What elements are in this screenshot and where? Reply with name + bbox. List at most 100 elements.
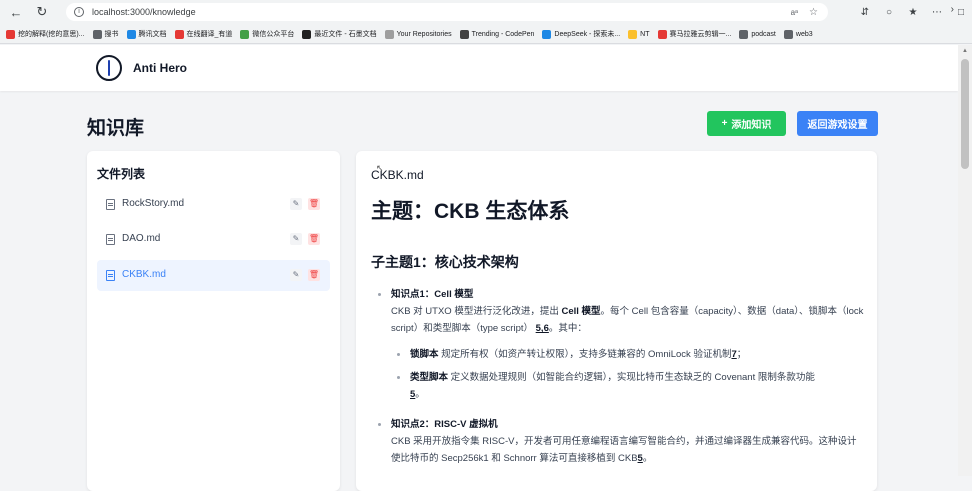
bookmark-item[interactable]: Trending - CodePen	[459, 29, 535, 39]
edit-icon[interactable]: ✎	[290, 198, 302, 210]
bookmark-label: Trending - CodePen	[471, 30, 535, 38]
point2-title: 知识点2：RISC-V 虚拟机	[391, 419, 498, 430]
knowledge-point-1: 知识点1：Cell 模型 CKB 对 UTXO 模型进行泛化改进，提出 Cell…	[378, 286, 864, 337]
sub1-bold: 锁脚本	[410, 349, 439, 360]
sub1-text: 规定所有权（如资产转让权限），支持多链兼容的 OmniLock 验证机制	[438, 349, 732, 360]
extensions-icon[interactable]: ○	[882, 7, 896, 18]
sub-point-lock-script: 锁脚本 规定所有权（如资产转让权限），支持多链兼容的 OmniLock 验证机制…	[397, 346, 863, 363]
bookmark-label: podcast	[751, 30, 776, 38]
bookmarks-bar: 挖的解释(挖的意思)... 搜书 腾讯文档 在线翻译_有道 微信公众平台 最近文件 - 石…	[0, 24, 972, 44]
bookmark-label: Your Repositories	[396, 30, 452, 38]
browser-chrome: ← ↻ i localhost:3000/knowledge aᵃ ☆ ⇵ ○ …	[0, 0, 972, 44]
favorites-icon[interactable]: ★	[906, 7, 920, 18]
bookmark-item[interactable]: Your Repositories	[384, 29, 452, 39]
bookmark-favicon-icon	[174, 29, 184, 39]
page-scrollbar[interactable]: ▲	[958, 45, 972, 476]
bookmark-item[interactable]: 在线翻译_有道	[174, 29, 233, 39]
bookmark-label: 挖的解释(挖的意思)...	[18, 31, 85, 38]
brand-name[interactable]: Anti Hero	[133, 61, 187, 75]
knowledge-point-2: 知识点2：RISC-V 虚拟机 CKB 采用开放指令集 RISC-V，开发者可用…	[378, 416, 864, 467]
document-filename: CKBK.md	[371, 168, 424, 182]
bookmark-item[interactable]: NT	[628, 29, 650, 39]
bookmark-label: 微信公众平台	[252, 31, 295, 38]
url-text: localhost:3000/knowledge	[92, 7, 196, 17]
sub2-bold: 类型脚本	[410, 372, 449, 383]
bookmark-favicon-icon	[459, 29, 469, 39]
sub1-end: ；	[736, 349, 747, 360]
bookmark-item[interactable]: 搜书	[92, 29, 119, 39]
document-panel: ↖ CKBK.md 主题：CKB 生态体系 子主题1：核心技术架构 知识点1：C…	[356, 151, 877, 491]
file-list-panel: 文件列表 RockStory.md ✎ 🗑 DAO.md ✎ 🗑 CKBK.md…	[87, 151, 340, 491]
file-icon	[106, 199, 115, 210]
point1-title: 知识点1：Cell 模型	[391, 289, 474, 300]
plus-icon: +	[721, 118, 728, 129]
file-icon	[106, 270, 115, 281]
bookmark-favicon-icon	[6, 29, 15, 39]
add-knowledge-button[interactable]: + 添加知识	[707, 111, 786, 136]
bookmark-item[interactable]: 最近文件 - 石墨文档	[302, 29, 377, 39]
document-heading: 主题：CKB 生态体系	[371, 200, 570, 223]
point1-ref-link[interactable]: 5,6	[536, 323, 549, 334]
read-aloud-icon[interactable]: aᵃ	[791, 8, 798, 17]
bookmark-favicon-icon	[657, 29, 667, 39]
sub-point-type-script: 类型脚本 定义数据处理规则（如智能合约逻辑），实现比特币生态缺乏的 Covena…	[397, 369, 863, 403]
edit-icon[interactable]: ✎	[290, 233, 302, 245]
sub2-text: 定义数据处理规则（如智能合约逻辑），实现比特币生态缺乏的 Covenant 限制…	[448, 372, 815, 383]
trash-icon[interactable]: 🗑	[308, 198, 320, 210]
sidebar-icon[interactable]: □	[954, 7, 968, 18]
back-to-settings-button[interactable]: 返回游戏设置	[797, 111, 878, 136]
bookmarks-more-icon[interactable]: ›	[951, 4, 954, 15]
scroll-thumb[interactable]	[961, 59, 969, 169]
bookmark-label: 腾讯文档	[138, 31, 167, 38]
bookmark-item[interactable]: 挖的解释(挖的意思)...	[6, 29, 85, 39]
bookmark-favicon-icon	[92, 29, 102, 39]
split-screen-icon[interactable]: ⇵	[858, 7, 872, 18]
file-list-title: 文件列表	[97, 167, 146, 181]
point2-end: 。	[642, 453, 653, 464]
bookmark-favicon-icon	[302, 29, 312, 39]
reload-icon[interactable]: ↻	[32, 2, 52, 22]
bookmark-favicon-icon	[384, 29, 394, 39]
app-header: Anti Hero	[0, 45, 958, 91]
more-options-icon[interactable]: ⋯	[930, 7, 944, 18]
file-item[interactable]: RockStory.md ✎ 🗑	[97, 189, 330, 220]
address-row: ← ↻ i localhost:3000/knowledge aᵃ ☆ ⇵ ○ …	[0, 0, 972, 24]
bullet-dot	[397, 376, 400, 379]
favorite-star-icon[interactable]: ☆	[809, 7, 818, 18]
file-name: RockStory.md	[122, 198, 185, 209]
bookmark-item[interactable]: DeepSeek - 探索未...	[542, 29, 620, 39]
info-icon[interactable]: i	[74, 7, 84, 17]
file-name: CKBK.md	[122, 269, 166, 280]
address-bar[interactable]: i localhost:3000/knowledge aᵃ ☆	[66, 3, 828, 21]
bookmark-label: web3	[795, 30, 813, 38]
bookmark-favicon-icon	[240, 29, 250, 39]
file-item-active[interactable]: CKBK.md ✎ 🗑	[97, 260, 330, 291]
bookmark-favicon-icon	[542, 29, 552, 39]
bookmark-favicon-icon	[739, 29, 749, 39]
bookmark-item[interactable]: 赛马拉雅云剪辑一...	[657, 29, 731, 39]
bookmark-label: 在线翻译_有道	[186, 31, 233, 38]
back-arrow-icon[interactable]: ←	[6, 2, 26, 22]
bookmark-label: NT	[640, 30, 650, 38]
app-logo-icon[interactable]	[96, 55, 122, 81]
bookmark-item[interactable]: 腾讯文档	[126, 29, 167, 39]
bookmark-item[interactable]: podcast	[739, 29, 776, 39]
scroll-up-icon[interactable]: ▲	[962, 48, 968, 54]
back-to-settings-label: 返回游戏设置	[807, 120, 868, 131]
point1-text-c: 。其中：	[548, 323, 587, 334]
point2-text: CKB 采用开放指令集 RISC-V，开发者可用任意编程语言编写智能合约，并通过…	[391, 436, 857, 464]
bullet-dot	[378, 293, 381, 296]
bookmark-item[interactable]: 微信公众平台	[240, 29, 294, 39]
bookmark-favicon-icon	[126, 29, 136, 39]
bookmark-favicon-icon	[783, 29, 793, 39]
trash-icon[interactable]: 🗑	[308, 233, 320, 245]
bookmark-item[interactable]: web3	[783, 29, 813, 39]
sub2-end: 。	[415, 389, 425, 400]
document-subheading: 子主题1：核心技术架构	[371, 254, 519, 270]
bullet-dot	[378, 423, 381, 426]
trash-icon[interactable]: 🗑	[308, 269, 320, 281]
bullet-dot	[397, 353, 400, 356]
file-item[interactable]: DAO.md ✎ 🗑	[97, 224, 330, 255]
edit-icon[interactable]: ✎	[290, 269, 302, 281]
add-knowledge-label: 添加知识	[731, 120, 772, 131]
